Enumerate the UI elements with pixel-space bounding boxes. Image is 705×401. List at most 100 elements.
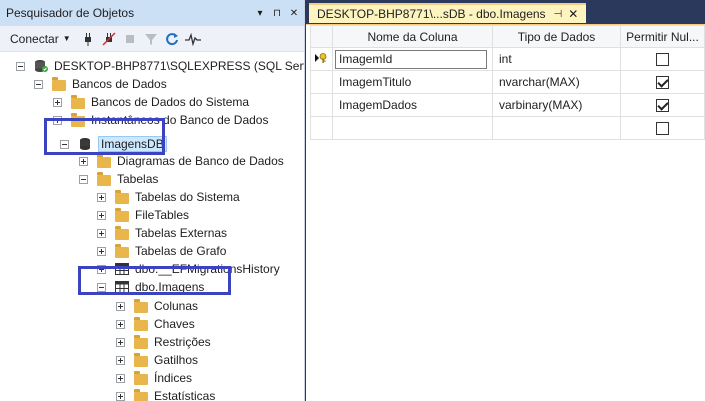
tree-node-constraints[interactable]: Restrições xyxy=(116,333,211,351)
row-selector[interactable] xyxy=(310,47,333,71)
folder-icon xyxy=(133,388,149,401)
allow-nulls-cell[interactable] xyxy=(620,93,705,117)
auto-hide-pin-icon[interactable]: ⊓ xyxy=(270,8,284,19)
column-name-cell[interactable]: ImagemId xyxy=(332,47,493,71)
expand-toggle[interactable] xyxy=(97,192,106,202)
allow-nulls-header: Permitir Nul... xyxy=(620,25,705,48)
keys-label: Chaves xyxy=(154,317,195,331)
folder-icon xyxy=(51,76,67,91)
collapse-toggle[interactable] xyxy=(79,174,88,184)
close-tab-icon[interactable]: ✕ xyxy=(568,7,578,21)
document-tab-strip: DESKTOP-BHP8771\...sDB - dbo.Imagens ⊣ ✕ xyxy=(306,0,705,26)
expand-toggle[interactable] xyxy=(116,337,125,347)
tree-node-keys[interactable]: Chaves xyxy=(116,315,195,333)
expand-toggle[interactable] xyxy=(79,156,88,166)
object-explorer-pane: Pesquisador de Objetos ▾ ⊓ ✕ Conectar ▼ xyxy=(0,0,305,401)
table-row[interactable]: ImagemId int xyxy=(310,47,705,71)
column-name-cell[interactable] xyxy=(332,116,493,140)
tree-node-external-tables[interactable]: Tabelas Externas xyxy=(97,224,227,242)
refresh-icon[interactable] xyxy=(163,30,181,48)
expand-toggle[interactable] xyxy=(53,97,62,107)
filter-icon[interactable] xyxy=(142,30,160,48)
folder-icon xyxy=(70,94,86,109)
table-row[interactable]: ImagemDados varbinary(MAX) xyxy=(310,93,705,117)
allow-nulls-checkbox[interactable] xyxy=(656,122,669,136)
column-name-cell[interactable]: ImagemTitulo xyxy=(332,70,493,94)
row-selector[interactable] xyxy=(310,70,333,94)
object-explorer-tree: DESKTOP-BHP8771\SQLEXPRESS (SQL Server 1… xyxy=(0,52,304,401)
folder-icon xyxy=(133,298,149,313)
tree-node-indexes[interactable]: Índices xyxy=(116,369,192,387)
highlight-box-table xyxy=(78,266,231,295)
tab-table-designer[interactable]: DESKTOP-BHP8771\...sDB - dbo.Imagens ⊣ ✕ xyxy=(309,3,587,23)
allow-nulls-cell[interactable] xyxy=(620,116,705,140)
activity-monitor-icon[interactable] xyxy=(184,30,202,48)
server-icon xyxy=(33,59,49,73)
tree-node-filetables[interactable]: FileTables xyxy=(97,206,189,224)
primary-key-current-row-icon xyxy=(314,53,326,63)
window-position-dropdown-icon[interactable]: ▾ xyxy=(253,8,267,19)
pin-tab-icon[interactable]: ⊣ xyxy=(554,9,563,20)
tree-node-system-tables[interactable]: Tabelas do Sistema xyxy=(97,188,240,206)
folder-icon xyxy=(96,153,112,168)
tables-label: Tabelas xyxy=(117,172,159,186)
expand-toggle[interactable] xyxy=(97,246,106,256)
statistics-label: Estatísticas xyxy=(154,389,216,401)
row-selector[interactable] xyxy=(310,93,333,117)
expand-toggle[interactable] xyxy=(116,355,125,365)
close-pane-icon[interactable]: ✕ xyxy=(287,8,301,19)
data-type-cell[interactable]: nvarchar(MAX) xyxy=(492,70,621,94)
diagrams-label: Diagramas de Banco de Dados xyxy=(117,154,284,168)
system-tables-label: Tabelas do Sistema xyxy=(135,190,240,204)
row-selector-header xyxy=(310,25,333,48)
allow-nulls-checkbox[interactable] xyxy=(656,76,669,90)
connect-plug-icon[interactable] xyxy=(79,30,97,48)
tree-node-triggers[interactable]: Gatilhos xyxy=(116,351,198,369)
collapse-toggle[interactable] xyxy=(34,79,43,89)
data-type-cell[interactable]: varbinary(MAX) xyxy=(492,93,621,117)
collapse-toggle[interactable] xyxy=(16,61,25,71)
allow-nulls-cell[interactable] xyxy=(620,47,705,71)
server-label: DESKTOP-BHP8771\SQLEXPRESS (SQL Server 1… xyxy=(54,59,304,73)
folder-icon xyxy=(133,316,149,331)
folder-icon xyxy=(114,243,130,258)
object-explorer-title-bar: Pesquisador de Objetos ▾ ⊓ ✕ xyxy=(0,0,304,26)
tree-node-columns[interactable]: Colunas xyxy=(116,297,198,315)
tree-node-statistics[interactable]: Estatísticas xyxy=(116,387,215,401)
tree-node-server[interactable]: DESKTOP-BHP8771\SQLEXPRESS (SQL Server 1… xyxy=(16,57,304,75)
allow-nulls-checkbox[interactable] xyxy=(656,53,669,67)
folder-icon xyxy=(96,171,112,186)
expand-toggle[interactable] xyxy=(97,210,106,220)
stop-icon[interactable] xyxy=(121,30,139,48)
tree-node-system-databases[interactable]: Bancos de Dados do Sistema xyxy=(53,93,249,111)
external-tables-label: Tabelas Externas xyxy=(135,226,228,240)
column-name-editor[interactable]: ImagemId xyxy=(335,49,487,69)
indexes-label: Índices xyxy=(154,371,193,385)
expand-toggle[interactable] xyxy=(116,373,125,383)
allow-nulls-cell[interactable] xyxy=(620,70,705,94)
connect-button[interactable]: Conectar xyxy=(10,32,59,46)
expand-toggle[interactable] xyxy=(116,319,125,329)
tree-node-databases[interactable]: Bancos de Dados xyxy=(34,75,167,93)
disconnect-plug-icon[interactable] xyxy=(100,30,118,48)
expand-toggle[interactable] xyxy=(97,228,106,238)
system-databases-label: Bancos de Dados do Sistema xyxy=(91,95,250,109)
object-explorer-toolbar: Conectar ▼ xyxy=(0,26,304,52)
folder-icon xyxy=(114,207,130,222)
tree-node-graph-tables[interactable]: Tabelas de Grafo xyxy=(97,242,226,260)
row-selector[interactable] xyxy=(310,116,333,140)
data-type-cell[interactable]: int xyxy=(492,47,621,71)
expand-toggle[interactable] xyxy=(116,391,125,401)
allow-nulls-checkbox[interactable] xyxy=(656,99,669,113)
databases-label: Bancos de Dados xyxy=(72,77,167,91)
highlight-box-database xyxy=(44,118,165,155)
table-row[interactable] xyxy=(310,116,705,140)
expand-toggle[interactable] xyxy=(116,301,125,311)
table-row[interactable]: ImagemTitulo nvarchar(MAX) xyxy=(310,70,705,94)
table-designer: Nome da Coluna Tipo de Dados Permitir Nu… xyxy=(306,24,705,401)
tree-node-tables[interactable]: Tabelas xyxy=(79,170,158,188)
connect-dropdown-icon[interactable]: ▼ xyxy=(63,34,71,43)
data-type-header: Tipo de Dados xyxy=(492,25,621,48)
data-type-cell[interactable] xyxy=(492,116,621,140)
column-name-cell[interactable]: ImagemDados xyxy=(332,93,493,117)
